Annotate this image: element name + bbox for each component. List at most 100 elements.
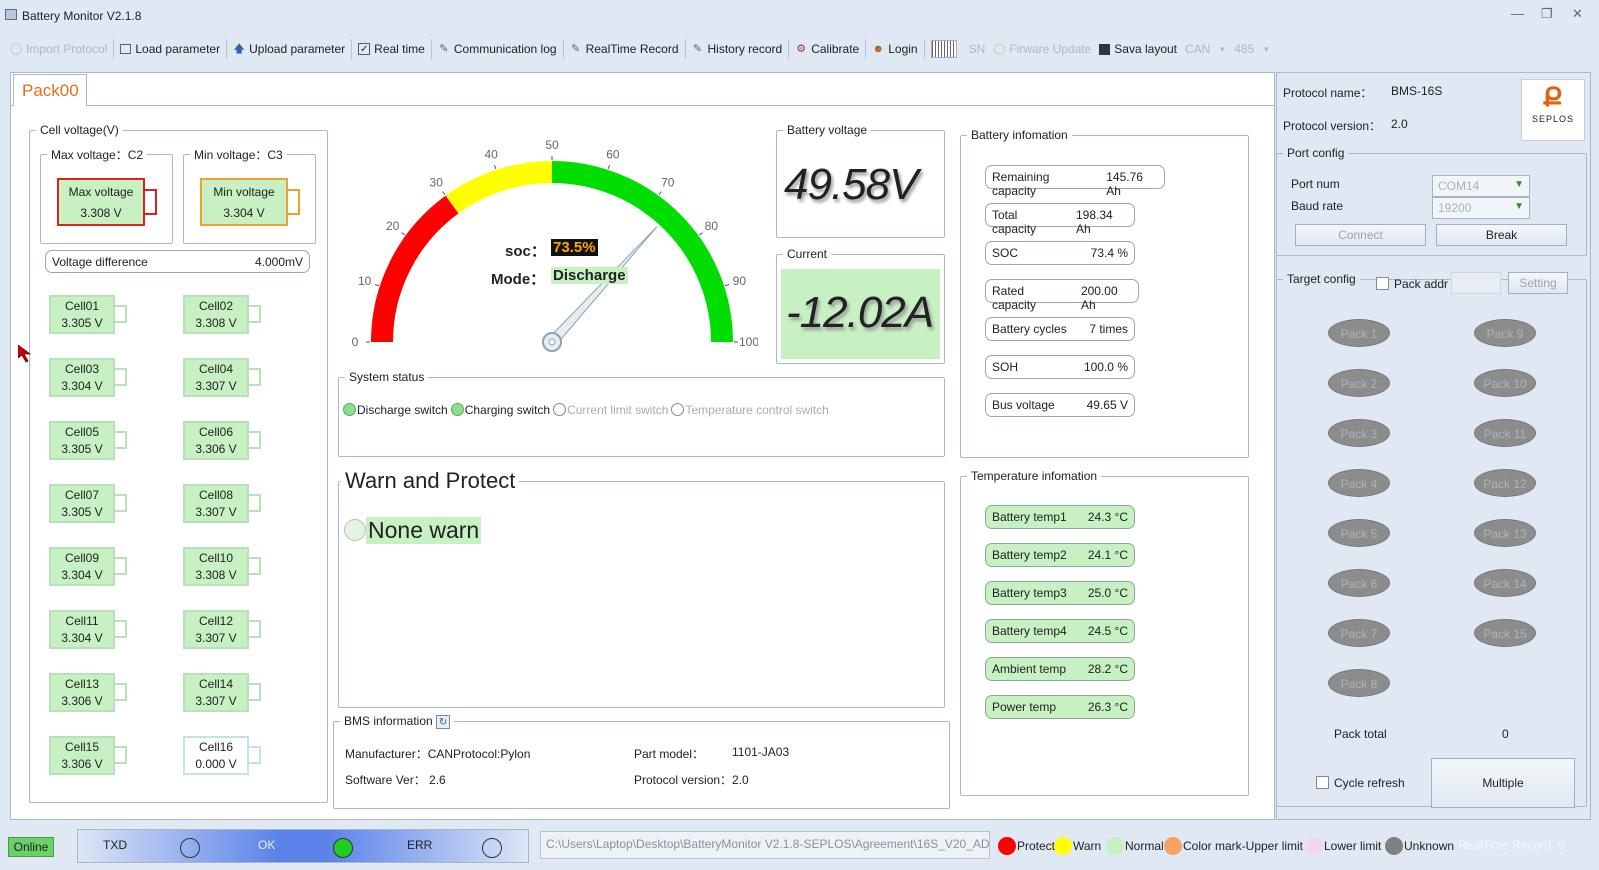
import-protocol-button[interactable]: ◯ Import Protocol [6,37,111,61]
pack-button[interactable]: Pack 1 [1328,319,1390,347]
legend-item: Unknown [1385,837,1454,855]
pack-addr-input[interactable] [1451,272,1501,294]
firmware-icon: ◯ [993,43,1006,55]
chevron-down-icon: ▼ [1262,44,1271,54]
realtime-record-button[interactable]: ✎ RealTime Record [566,37,683,61]
setting-button[interactable]: Setting [1508,272,1568,294]
tab-pack00[interactable]: Pack00 [13,74,87,106]
pack-button[interactable]: Pack 11 [1474,419,1536,447]
cell-4: Cell04 3.307 V [183,358,249,397]
cell-terminal [249,557,261,575]
cell-15: Cell15 3.306 V [49,736,115,775]
pack-button[interactable]: Pack 15 [1474,619,1536,647]
title-bar: Battery Monitor V2.1.8 — ❐ ✕ [0,0,1599,30]
soc-gauge: 0 10 20 30 40 50 60 70 80 90 100 [352,138,758,352]
switch-indicator-icon [553,403,567,416]
user-icon: ☻ [872,43,884,55]
barcode-button[interactable] [927,37,965,61]
max-voltage-cell: Max voltage 3.308 V [57,178,145,226]
battery-info-value: 100.0 % [1083,360,1128,374]
upload-parameter-button[interactable]: 🡅 Upload parameter [229,37,349,61]
pack-button[interactable]: Pack 9 [1474,319,1536,347]
cell-5: Cell05 3.305 V [49,421,115,460]
battery-info-value: 198.34 Ah [1075,208,1113,236]
pack-button[interactable]: Pack 6 [1328,569,1390,597]
temp-info-item: Battery temp2 24.1 °C [985,543,1135,567]
cell-value: 3.307 V [195,379,237,393]
legend-color-dot [1054,837,1072,855]
cell-name: Cell08 [198,488,234,502]
temp-info-label: Battery temp2 [992,548,1067,562]
cell-name: Cell03 [64,362,100,376]
calibrate-button[interactable]: ⚙ Calibrate [791,37,863,61]
cycle-refresh-checkbox[interactable] [1316,776,1329,789]
switch-label: Temperature control switch [685,403,829,417]
battery-info-value: 49.65 V [1086,398,1128,412]
cell-terminal [115,494,127,512]
can-dropdown[interactable]: CAN ▼ [1181,37,1230,61]
battery-info-item: Total capacity 198.34 Ah [985,203,1135,236]
pack-button[interactable]: Pack 14 [1474,569,1536,597]
import-icon: ◯ [10,43,23,55]
cell-value: 3.306 V [61,757,103,771]
cell-3: Cell03 3.304 V [49,358,115,397]
target-config-group: Target config [1276,272,1587,807]
calibrate-icon: ⚙ [796,43,807,55]
pack-button[interactable]: Pack 13 [1474,519,1536,547]
history-record-button[interactable]: ✎ History record [688,37,787,61]
real-time-button[interactable]: ✓ Real time [354,37,429,61]
multiple-button[interactable]: Multiple [1431,758,1575,808]
firmware-update-button[interactable]: ◯ Firware Update [989,37,1095,61]
temp-info-value: 24.3 °C [1087,510,1128,524]
pack-button[interactable]: Pack 8 [1328,669,1390,697]
pack-button[interactable]: Pack 4 [1328,469,1390,497]
cell-terminal [249,620,261,638]
port-num-select[interactable]: COM14 ▼ [1432,175,1530,197]
temp-info-value: 26.3 °C [1087,700,1128,714]
pack-button[interactable]: Pack 12 [1474,469,1536,497]
cell-name: Cell01 [64,299,100,313]
bms-info-title: BMS information [344,714,433,728]
cell-name: Cell02 [198,299,234,313]
minimize-icon[interactable]: — [1511,6,1524,21]
temp-info-label: Battery temp3 [992,586,1067,600]
switch-list: Discharge switch Charging switch Current l… [343,403,829,417]
sn-button[interactable]: SN [965,37,990,61]
soc-value: 73.5% [551,239,598,256]
pack-button[interactable]: Pack 3 [1328,419,1390,447]
save-icon [1099,43,1111,55]
window-title: Battery Monitor V2.1.8 [22,9,142,23]
communication-log-button[interactable]: ✎ Communication log [434,37,561,61]
battery-info-label: Remaining capacity [992,170,1050,198]
min-voltage-legend: Min voltage：C3 [194,148,283,162]
break-button[interactable]: Break [1436,224,1567,246]
upload-arrow-icon: 🡅 [233,43,245,55]
rs485-dropdown[interactable]: 485 ▼ [1230,37,1274,61]
cell-name: Cell06 [198,425,234,439]
cell-terminal [249,494,261,512]
temp-info-value: 24.5 °C [1087,624,1128,638]
cell-6: Cell06 3.306 V [183,421,249,460]
baud-rate-select[interactable]: 19200 ▼ [1432,197,1530,219]
gauge-tick-label: 50 [545,138,559,152]
close-icon[interactable]: ✕ [1572,6,1583,22]
save-layout-button[interactable]: Sava layout [1095,37,1181,61]
cell-1: Cell01 3.305 V [49,295,115,334]
gauge-tick-label: 70 [661,176,675,190]
load-parameter-button[interactable]: Load parameter [116,37,224,61]
pack-addr-checkbox[interactable] [1376,277,1389,290]
refresh-icon[interactable]: ↻ [436,715,451,729]
login-button[interactable]: ☻ Login [868,37,921,61]
pack-button[interactable]: Pack 7 [1328,619,1390,647]
cell-value: 3.307 V [195,631,237,645]
pack-button[interactable]: Pack 10 [1474,369,1536,397]
pack-button[interactable]: Pack 5 [1328,519,1390,547]
history-icon: ✎ [692,43,703,55]
pack-total-value: 0 [1502,727,1509,741]
connect-button[interactable]: Connect [1295,224,1426,246]
err-label: ERR [407,838,433,852]
online-status: Online [8,837,54,857]
pack-button[interactable]: Pack 2 [1328,369,1390,397]
ok-indicator-icon [333,838,353,858]
restore-icon[interactable]: ❐ [1541,6,1553,22]
